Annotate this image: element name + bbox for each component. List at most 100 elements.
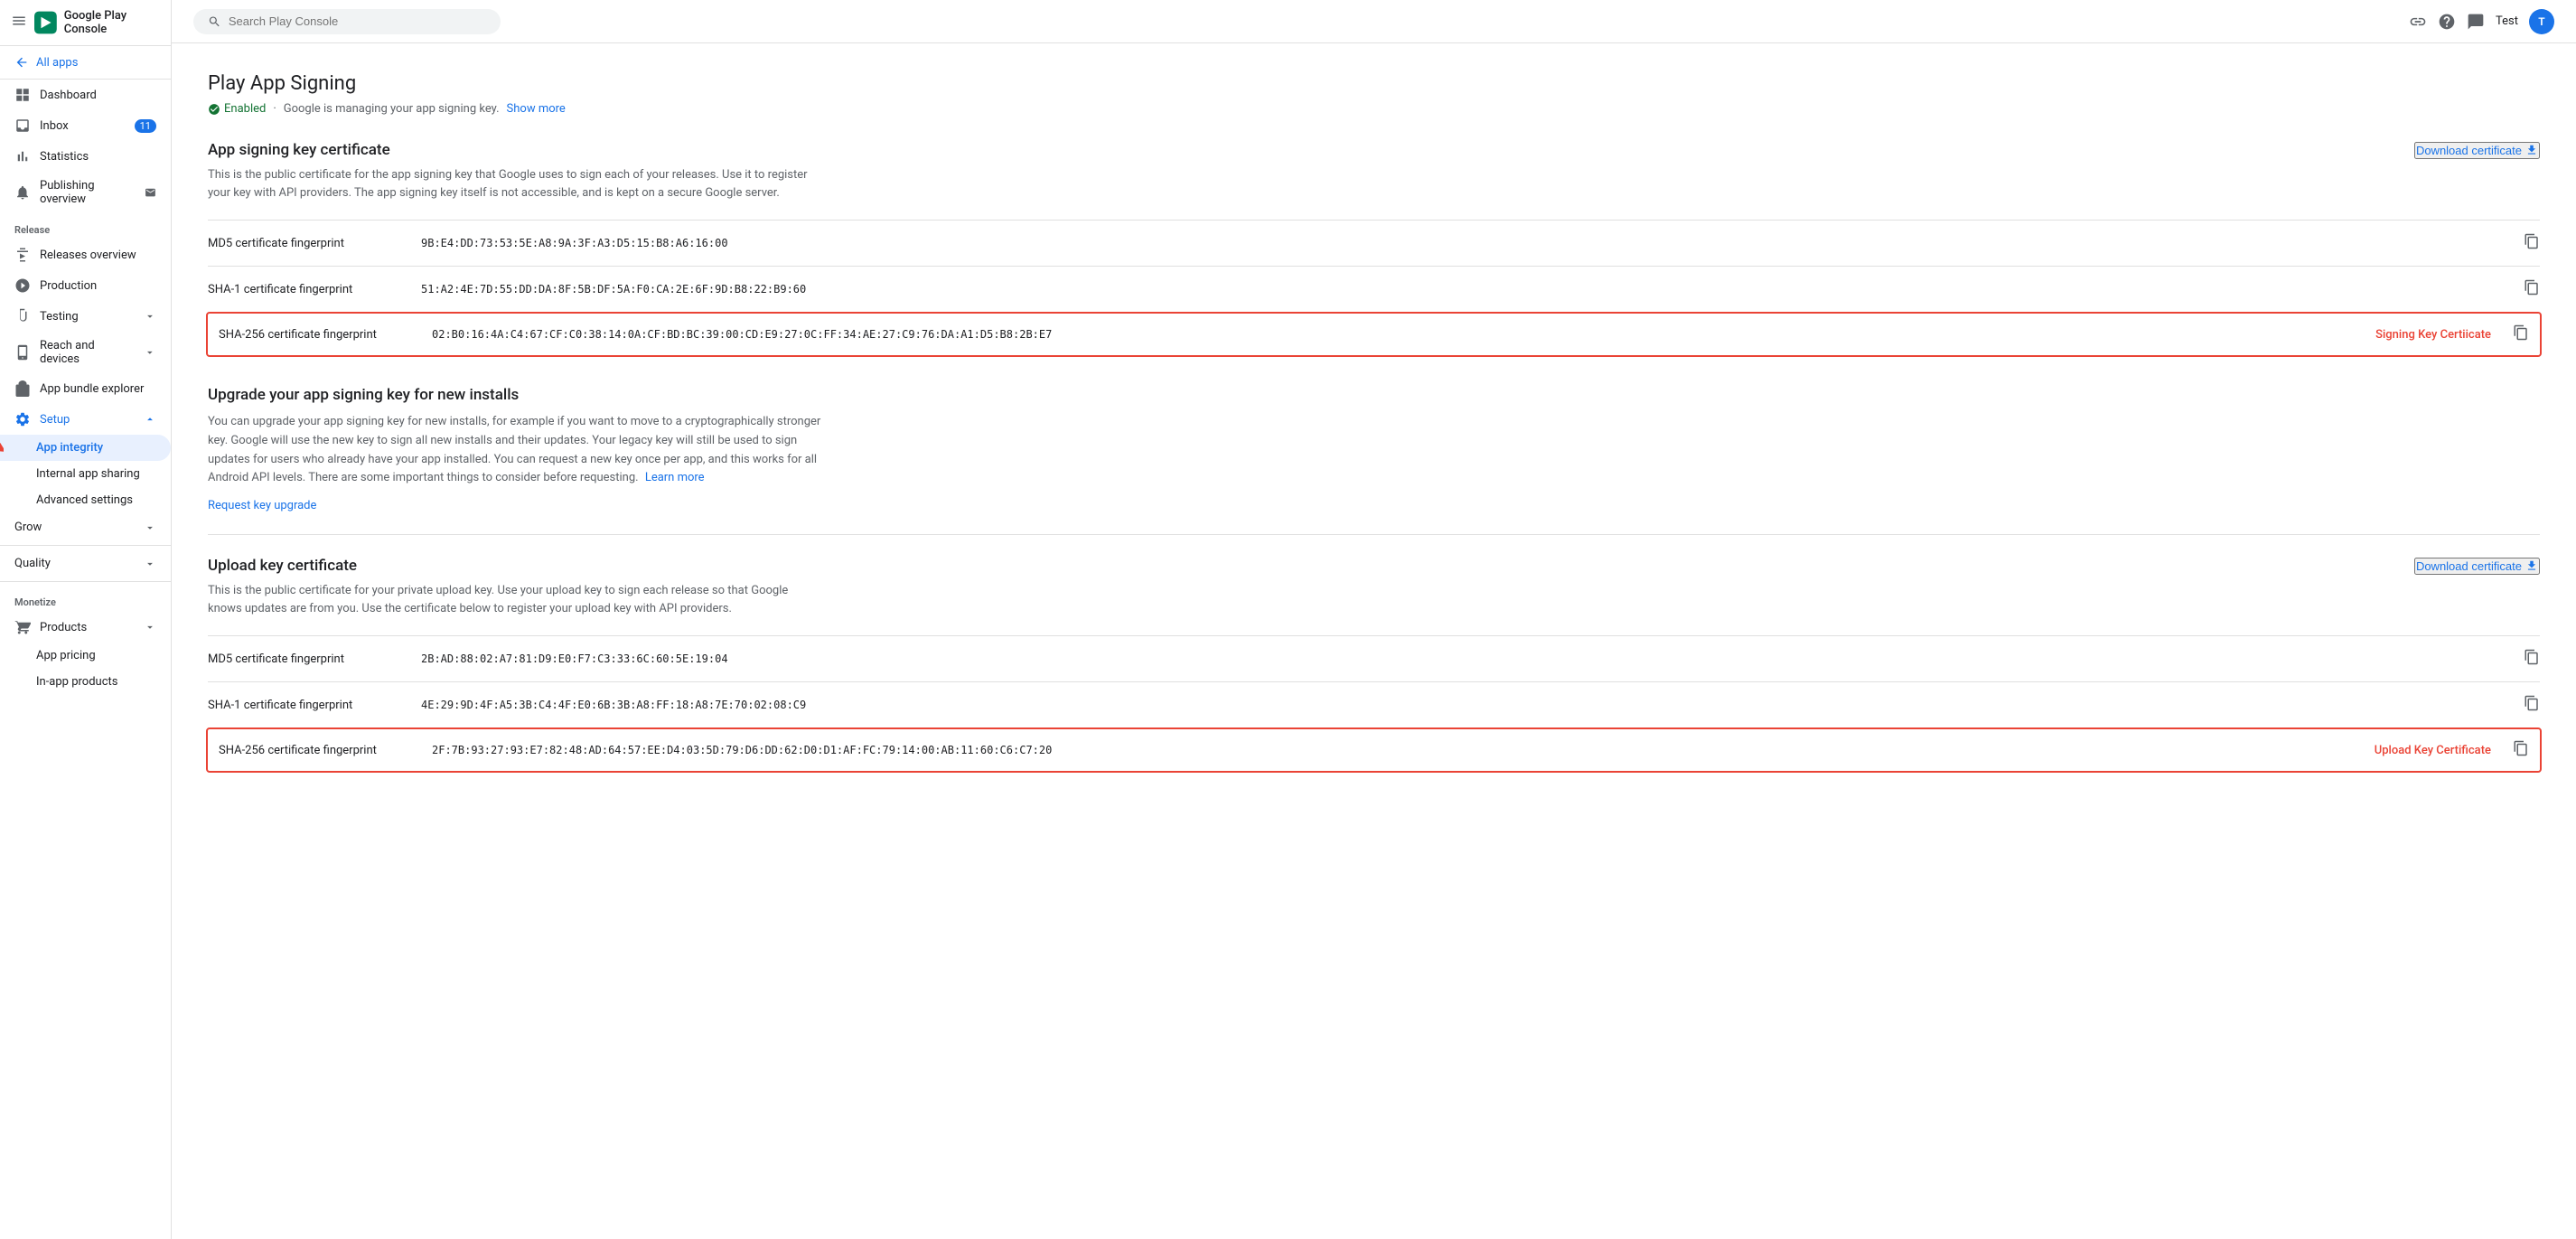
link-icon[interactable] (2409, 13, 2427, 31)
status-bar: Enabled · Google is managing your app si… (208, 102, 2540, 116)
expand-icon (144, 346, 156, 359)
sha1-label: SHA-1 certificate fingerprint (208, 283, 407, 296)
play-logo (34, 10, 57, 35)
upload-cert-section: Upload key certificate Download certific… (208, 557, 2540, 773)
search-input[interactable] (229, 14, 486, 28)
upload-sha1-row: SHA-1 certificate fingerprint 4E:29:9D:4… (208, 681, 2540, 727)
copy-icon (2524, 233, 2540, 249)
help-icon[interactable] (2438, 13, 2456, 31)
sidebar-item-production[interactable]: Production (0, 270, 171, 301)
quality-label: Quality (14, 557, 51, 570)
status-desc: Google is managing your app signing key. (284, 102, 500, 116)
main-area: Test T Play App Signing Enabled · Google… (172, 0, 2576, 1239)
upload-key-badge: Upload Key Certificate (2375, 744, 2491, 757)
sidebar-item-label: Dashboard (40, 89, 97, 102)
sidebar-item-app-integrity[interactable]: App integrity (0, 435, 171, 461)
signing-cert-header: App signing key certificate Download cer… (208, 141, 2540, 159)
copy-md5-button[interactable] (2524, 233, 2540, 253)
feedback-icon[interactable] (2467, 13, 2485, 31)
products-label: Products (40, 621, 87, 634)
page-title: Play App Signing (208, 72, 2540, 95)
sha256-value: 02:B0:16:4A:C4:67:CF:C0:38:14:0A:CF:BD:B… (432, 328, 2347, 341)
inbox-icon (14, 117, 31, 134)
learn-more-link[interactable]: Learn more (645, 471, 705, 484)
upload-sha256-row: SHA-256 certificate fingerprint 2F:7B:93… (206, 727, 2542, 773)
annotation-arrow (0, 437, 4, 459)
sidebar: Google Play Console All apps Dashboard I… (0, 0, 172, 1239)
expand-icon (144, 310, 156, 323)
production-icon (14, 277, 31, 294)
search-icon (208, 14, 221, 29)
sidebar-item-releases-overview[interactable]: Releases overview (0, 239, 171, 270)
sidebar-item-in-app-products[interactable]: In-app products (0, 669, 171, 695)
sidebar-item-app-bundle[interactable]: App bundle explorer (0, 373, 171, 404)
section-divider (208, 534, 2540, 535)
user-label[interactable]: Test (2496, 14, 2518, 28)
copy-upload-sha256-button[interactable] (2513, 740, 2529, 760)
upload-cert-title: Upload key certificate (208, 557, 2414, 575)
sha256-label: SHA-256 certificate fingerprint (219, 328, 417, 342)
sidebar-item-publishing-overview[interactable]: Publishing overview (0, 172, 171, 213)
md5-value: 9B:E4:DD:73:53:5E:A8:9A:3F:A3:D5:15:B8:A… (421, 237, 2502, 249)
bar-chart-icon (14, 148, 31, 164)
sidebar-item-testing[interactable]: Testing (0, 301, 171, 332)
upload-sha1-label: SHA-1 certificate fingerprint (208, 699, 407, 712)
user-avatar[interactable]: T (2529, 9, 2554, 34)
sidebar-header: Google Play Console (0, 0, 171, 46)
download-signing-cert-button[interactable]: Download certificate (2414, 142, 2540, 159)
upload-sha256-label: SHA-256 certificate fingerprint (219, 744, 417, 757)
grow-label: Grow (14, 521, 42, 534)
grid-icon (14, 87, 31, 103)
signing-sha1-row: SHA-1 certificate fingerprint 51:A2:4E:7… (208, 266, 2540, 312)
show-more-link[interactable]: Show more (507, 102, 566, 116)
copy-upload-sha1-button[interactable] (2524, 695, 2540, 715)
upload-cert-header: Upload key certificate Download certific… (208, 557, 2540, 575)
setup-label: Setup (40, 413, 70, 427)
app-integrity-label: App integrity (36, 441, 103, 455)
download-icon (2525, 559, 2538, 572)
products-expand-icon (144, 621, 156, 634)
sidebar-item-products[interactable]: Products (0, 612, 171, 643)
publishing-icon (14, 184, 31, 201)
sidebar-item-label: Statistics (40, 150, 89, 164)
copy-sha1-button[interactable] (2524, 279, 2540, 299)
sidebar-item-label: Production (40, 279, 97, 293)
back-arrow-icon (14, 55, 29, 70)
download-icon (2525, 144, 2538, 156)
sha1-value: 51:A2:4E:7D:55:DD:DA:8F:5B:DF:5A:F0:CA:2… (421, 283, 2502, 296)
download-upload-cert-button[interactable]: Download certificate (2414, 558, 2540, 575)
copy-icon (2524, 695, 2540, 711)
sidebar-item-advanced-settings[interactable]: Advanced settings (0, 487, 171, 513)
sidebar-item-internal-app-sharing[interactable]: Internal app sharing (0, 461, 171, 487)
sidebar-item-dashboard[interactable]: Dashboard (0, 80, 171, 110)
releases-icon (14, 247, 31, 263)
sidebar-item-label: Testing (40, 310, 79, 324)
sidebar-item-inbox[interactable]: Inbox 11 (0, 110, 171, 141)
copy-sha256-button[interactable] (2513, 324, 2529, 344)
sidebar-item-statistics[interactable]: Statistics (0, 141, 171, 172)
signing-cert-section: App signing key certificate Download cer… (208, 141, 2540, 357)
sidebar-item-label: Reach and devices (40, 339, 135, 366)
check-circle-icon (208, 103, 220, 116)
sidebar-item-app-pricing[interactable]: App pricing (0, 643, 171, 669)
menu-icon[interactable] (11, 13, 27, 33)
sidebar-item-label: App bundle explorer (40, 382, 144, 396)
all-apps-button[interactable]: All apps (0, 46, 171, 80)
upload-md5-row: MD5 certificate fingerprint 2B:AD:88:02:… (208, 635, 2540, 681)
notification-icon (145, 186, 156, 199)
request-key-upgrade-link[interactable]: Request key upgrade (208, 499, 316, 512)
sidebar-item-setup[interactable]: Setup (0, 404, 171, 435)
grow-expand-icon (144, 521, 156, 534)
inbox-badge: 11 (135, 119, 156, 133)
copy-upload-md5-button[interactable] (2524, 649, 2540, 669)
quality-expand-icon (144, 558, 156, 570)
sidebar-item-reach-devices[interactable]: Reach and devices (0, 332, 171, 373)
sidebar-item-label: Releases overview (40, 249, 136, 262)
sidebar-item-quality[interactable]: Quality (0, 549, 171, 577)
signing-md5-row: MD5 certificate fingerprint 9B:E4:DD:73:… (208, 220, 2540, 266)
sidebar-item-label: Publishing overview (40, 179, 136, 206)
upgrade-desc: You can upgrade your app signing key for… (208, 413, 822, 488)
sidebar-item-grow[interactable]: Grow (0, 513, 171, 541)
search-bar[interactable] (193, 9, 501, 34)
topbar-actions: Test T (2409, 9, 2554, 34)
